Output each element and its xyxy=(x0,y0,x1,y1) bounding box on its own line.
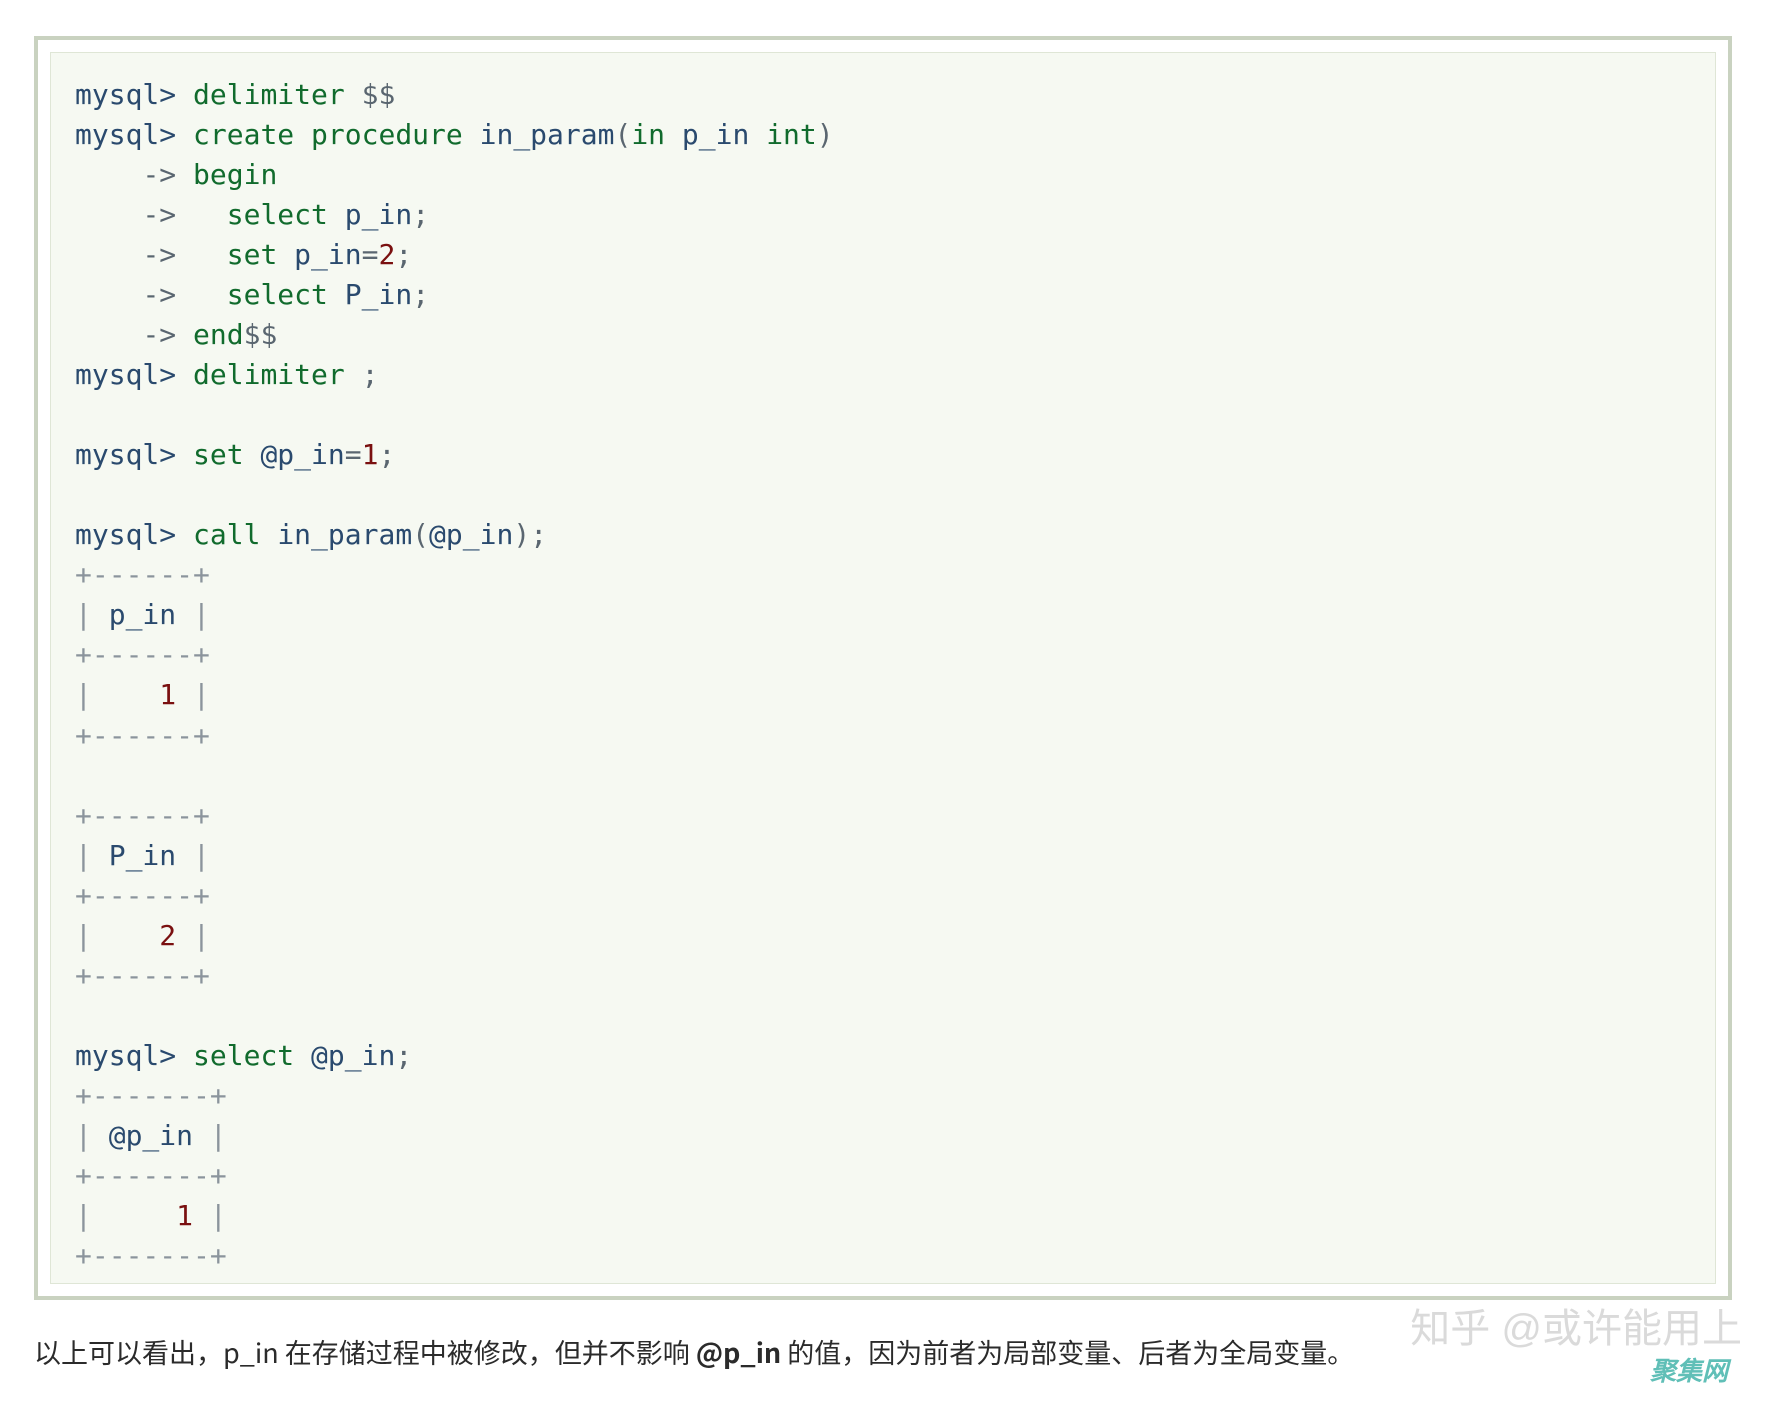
pipe: | xyxy=(193,1199,227,1232)
table-border: +------+ xyxy=(75,959,210,992)
identifier: p_in xyxy=(294,238,361,271)
semicolon: ; xyxy=(412,278,429,311)
caption-part-c: 的值，因为前者为局部变量、后者为全局变量。 xyxy=(781,1332,1354,1371)
identifier: p_in xyxy=(345,198,412,231)
identifier: P_in xyxy=(345,278,412,311)
table-border: +-------+ xyxy=(75,1079,227,1112)
identifier: in_param xyxy=(480,118,615,151)
table-border: +------+ xyxy=(75,558,210,591)
semicolon: ; xyxy=(378,438,395,471)
prompt: mysql> xyxy=(75,118,176,151)
keyword-end: end xyxy=(193,318,244,351)
delimiter-symbol: $$ xyxy=(362,78,396,111)
prompt: mysql> xyxy=(75,518,176,551)
pipe: | xyxy=(75,839,109,872)
semicolon: ; xyxy=(395,238,412,271)
pipe: | xyxy=(193,1119,227,1152)
column-header: p_in xyxy=(109,598,176,631)
prompt: mysql> xyxy=(75,358,176,391)
pipe: | xyxy=(176,598,210,631)
pipe: | xyxy=(176,839,210,872)
code-frame-inner: mysql> delimiter $$ mysql> create proced… xyxy=(50,52,1716,1284)
delimiter-symbol: $$ xyxy=(244,318,278,351)
number: 2 xyxy=(378,238,395,271)
table-border: +------+ xyxy=(75,638,210,671)
equals: = xyxy=(345,438,362,471)
continuation-arrow: -> xyxy=(142,318,176,351)
keyword-procedure: procedure xyxy=(311,118,463,151)
pipe: | xyxy=(176,678,210,711)
caption-part-a: 以上可以看出，p_in 在存储过程中被修改，但并不影响 xyxy=(34,1332,696,1371)
paren-open: ( xyxy=(412,518,429,551)
prompt: mysql> xyxy=(75,438,176,471)
number: 1 xyxy=(362,438,379,471)
cell-value: 1 xyxy=(176,1199,193,1232)
paren-close: ) xyxy=(513,518,530,551)
equals: = xyxy=(362,238,379,271)
prompt: mysql> xyxy=(75,1039,176,1072)
column-header: @p_in xyxy=(109,1119,193,1152)
table-border: +------+ xyxy=(75,719,210,752)
param-name: p_in xyxy=(682,118,749,151)
type-int: int xyxy=(766,118,817,151)
continuation-arrow: -> xyxy=(142,238,176,271)
keyword-select: select xyxy=(227,278,328,311)
keyword-call: call xyxy=(193,518,260,551)
user-variable: @p_in xyxy=(429,518,513,551)
table-border: +------+ xyxy=(75,879,210,912)
pipe: | xyxy=(75,1199,176,1232)
keyword-begin: begin xyxy=(193,158,277,191)
code-frame-outer: mysql> delimiter $$ mysql> create proced… xyxy=(34,36,1732,1300)
pipe: | xyxy=(176,919,210,952)
continuation-arrow: -> xyxy=(142,198,176,231)
prompt: mysql> xyxy=(75,78,176,111)
table-border: +-------+ xyxy=(75,1159,227,1192)
cell-value: 2 xyxy=(159,919,176,952)
keyword-set: set xyxy=(193,438,244,471)
caption-bold: @p_in xyxy=(696,1332,781,1371)
keyword-select: select xyxy=(227,198,328,231)
keyword-in: in xyxy=(631,118,665,151)
semicolon: ; xyxy=(412,198,429,231)
keyword-set: set xyxy=(227,238,278,271)
continuation-arrow: -> xyxy=(142,278,176,311)
pipe: | xyxy=(75,678,159,711)
table-border: +-------+ xyxy=(75,1239,227,1272)
code-block: mysql> delimiter $$ mysql> create proced… xyxy=(75,75,1691,1276)
pipe: | xyxy=(75,1119,109,1152)
table-border: +------+ xyxy=(75,799,210,832)
semicolon: ; xyxy=(395,1039,412,1072)
paren-close: ) xyxy=(817,118,834,151)
user-variable: @p_in xyxy=(260,438,344,471)
keyword-select: select xyxy=(193,1039,294,1072)
keyword-delimiter: delimiter xyxy=(193,78,345,111)
semicolon: ; xyxy=(362,358,379,391)
caption-text: 以上可以看出，p_in 在存储过程中被修改，但并不影响 @p_in 的值，因为前… xyxy=(34,1330,1732,1373)
keyword-delimiter: delimiter xyxy=(193,358,345,391)
identifier: in_param xyxy=(277,518,412,551)
pipe: | xyxy=(75,919,159,952)
semicolon: ; xyxy=(530,518,547,551)
user-variable: @p_in xyxy=(311,1039,395,1072)
column-header: P_in xyxy=(109,839,176,872)
paren-open: ( xyxy=(614,118,631,151)
continuation-arrow: -> xyxy=(142,158,176,191)
cell-value: 1 xyxy=(159,678,176,711)
keyword-create: create xyxy=(193,118,294,151)
pipe: | xyxy=(75,598,109,631)
